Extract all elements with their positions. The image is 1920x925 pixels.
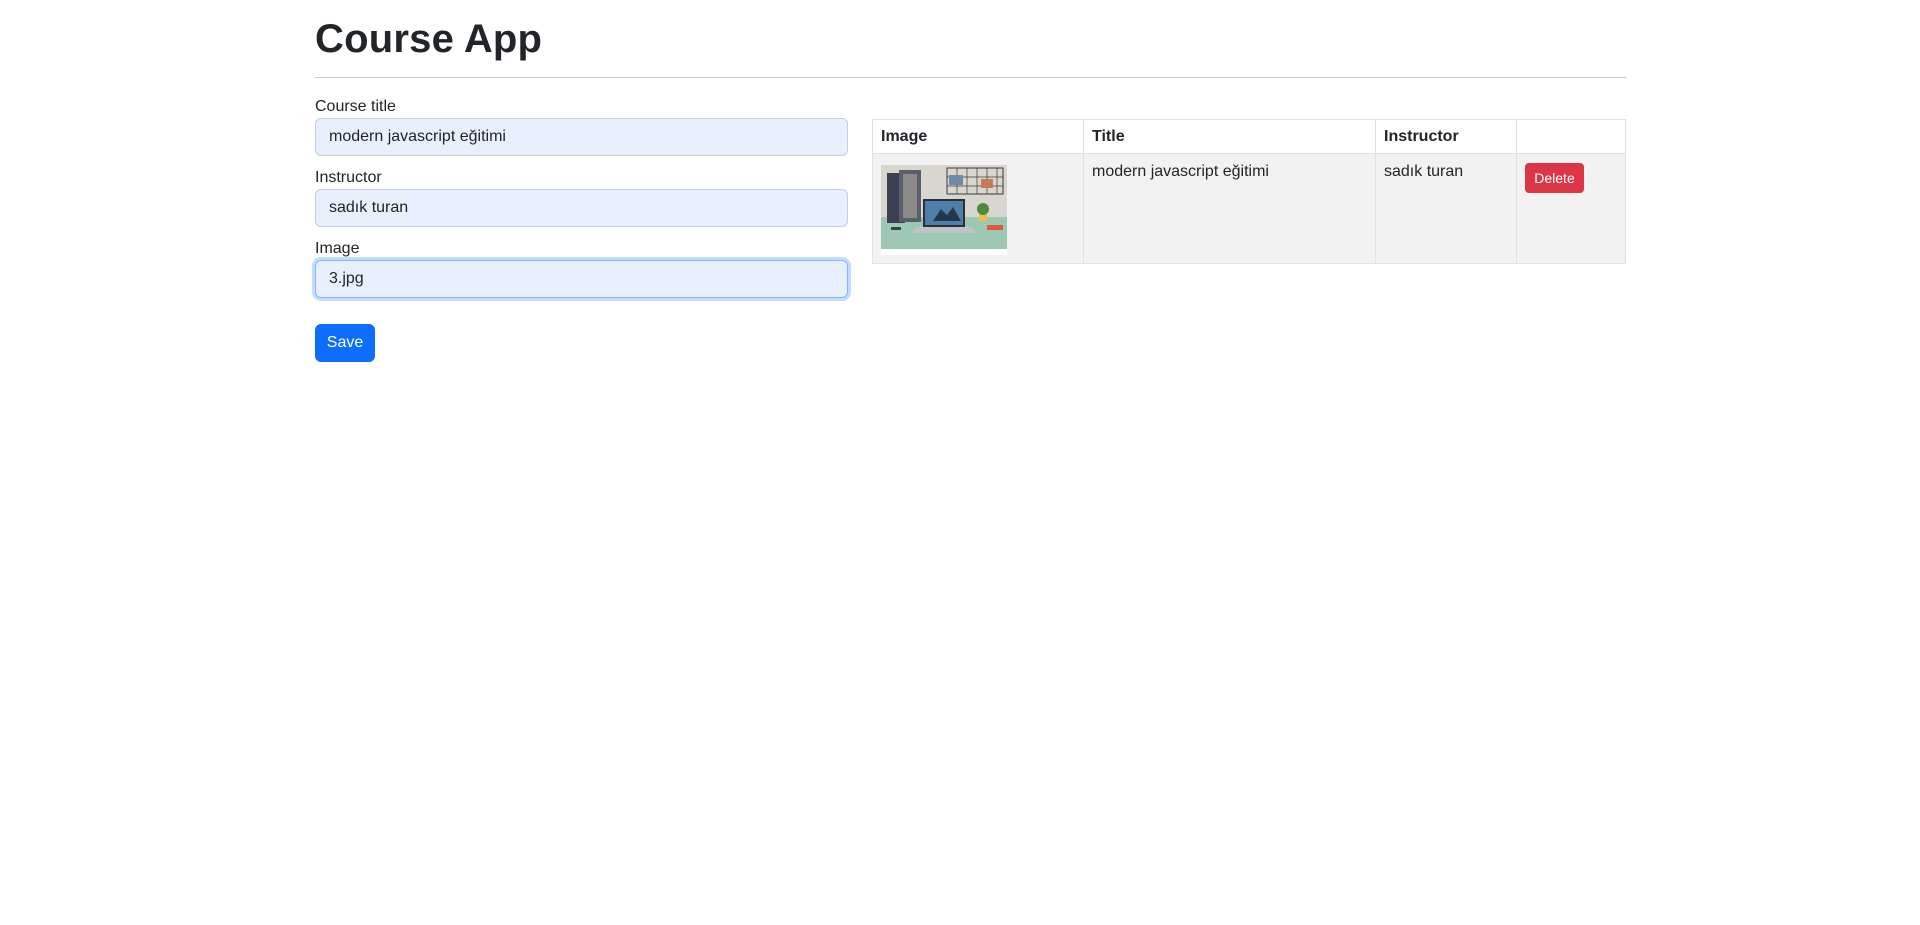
cell-title: modern javascript eğitimi <box>1083 153 1376 264</box>
instructor-label: Instructor <box>315 169 382 186</box>
cell-instructor: sadık turan <box>1375 153 1517 264</box>
courses-table: Image Title Instructor modern javascript… <box>872 119 1626 264</box>
instructor-group: Instructor <box>315 168 848 227</box>
image-group: Image <box>315 239 848 298</box>
image-label: Image <box>315 240 360 257</box>
course-form: Course title Instructor Image Save <box>315 97 848 362</box>
course-title-group: Course title <box>315 97 848 156</box>
table-header-row: Image Title Instructor <box>872 119 1626 154</box>
header-actions <box>1516 119 1626 154</box>
instructor-input[interactable] <box>315 189 848 227</box>
course-title-label: Course title <box>315 98 396 115</box>
header-instructor: Instructor <box>1375 119 1517 154</box>
image-input[interactable] <box>315 260 848 298</box>
cell-image <box>872 153 1084 264</box>
table-row: modern javascript eğitimi sadık turan De… <box>872 153 1626 264</box>
save-button[interactable]: Save <box>315 324 375 362</box>
course-title-input[interactable] <box>315 118 848 156</box>
cell-actions: Delete <box>1516 153 1626 264</box>
page-container: Course App Course title Instructor Image… <box>315 0 1626 362</box>
course-thumbnail-image <box>881 165 1007 255</box>
header-title: Title <box>1083 119 1376 154</box>
header-image: Image <box>872 119 1084 154</box>
title-divider <box>315 77 1626 78</box>
page-title: Course App <box>315 17 543 61</box>
courses-table-wrapper: Image Title Instructor modern javascript… <box>872 119 1626 264</box>
delete-button[interactable]: Delete <box>1525 163 1584 193</box>
